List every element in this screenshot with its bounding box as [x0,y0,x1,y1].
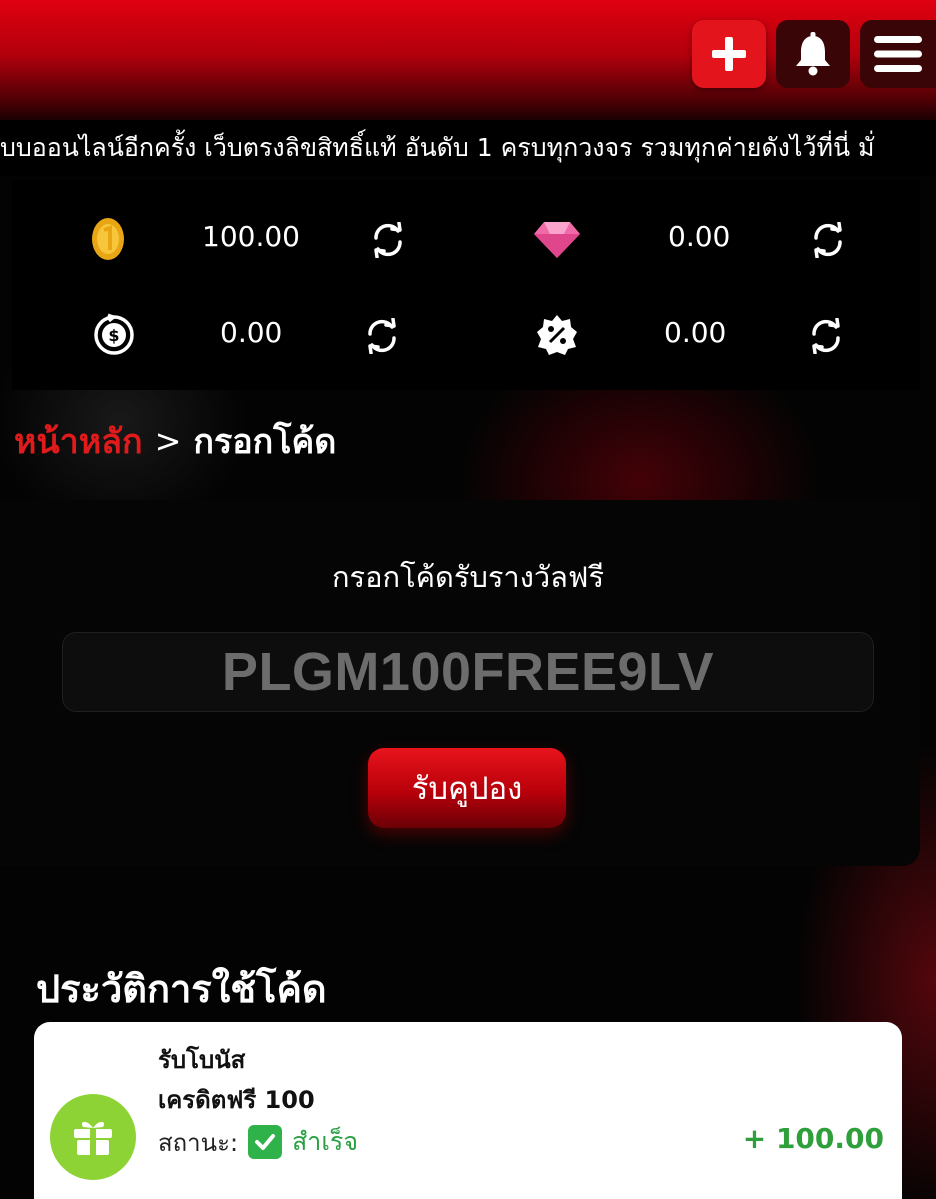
menu-button[interactable] [860,20,936,88]
svg-text:$: $ [108,326,119,345]
hamburger-menu-icon [874,36,922,72]
refresh-cashback-icon[interactable] [364,318,400,354]
wallet-panel: 100.00 0.00 $ 0.00 0.00 [12,180,920,390]
bell-icon [796,32,830,76]
notifications-button[interactable] [776,20,850,88]
breadcrumb-current: กรอกโค้ด [193,422,337,462]
breadcrumb-separator: > [154,422,182,460]
announcement-marquee: บบออนไลน์อีกครั้ง เว็บตรงลิขสิทธิ์แท้ อั… [0,120,936,176]
top-header [0,0,936,120]
status-value: สำเร็จ [292,1127,358,1156]
diamond-icon [534,222,580,258]
cashback-balance: 0.00 [220,316,283,349]
gift-icon [74,1121,112,1155]
cashback-icon: $ [94,313,134,355]
history-item-status: สถานะ: สำเร็จ [158,1122,358,1162]
refresh-discount-icon[interactable] [808,318,844,354]
diamond-balance: 0.00 [668,220,731,253]
credit-balance: 100.00 [202,220,300,253]
coin-icon [92,218,124,260]
refresh-diamond-icon[interactable] [810,222,846,258]
redeem-title: กรอกโค้ดรับรางวัลฟรี [331,560,605,594]
status-label: สถานะ: [158,1128,239,1157]
history-item-type: รับโบนัส [158,1046,246,1074]
marquee-text: บบออนไลน์อีกครั้ง เว็บตรงลิขสิทธิ์แท้ อั… [0,133,875,162]
redeem-coupon-button[interactable]: รับคูปอง [368,748,566,828]
breadcrumb-home-link[interactable]: หน้าหลัก [14,414,143,468]
history-title: ประวัติการใช้โค้ด [36,967,327,1011]
discount-balance: 0.00 [664,316,727,349]
add-button[interactable] [692,20,766,88]
plus-icon [712,37,746,71]
breadcrumb: หน้าหลัก > กรอกโค้ด [14,414,336,468]
check-icon [248,1125,283,1159]
coupon-code-input[interactable] [62,632,874,712]
history-item-name: เครดิตฟรี 100 [158,1086,315,1114]
discount-badge-icon [537,315,577,355]
refresh-credit-icon[interactable] [370,222,406,258]
history-item-amount: + 100.00 [742,1122,884,1155]
gift-icon-badge [50,1094,136,1180]
history-item: รับโบนัส เครดิตฟรี 100 สถานะ: สำเร็จ + 1… [34,1022,902,1199]
